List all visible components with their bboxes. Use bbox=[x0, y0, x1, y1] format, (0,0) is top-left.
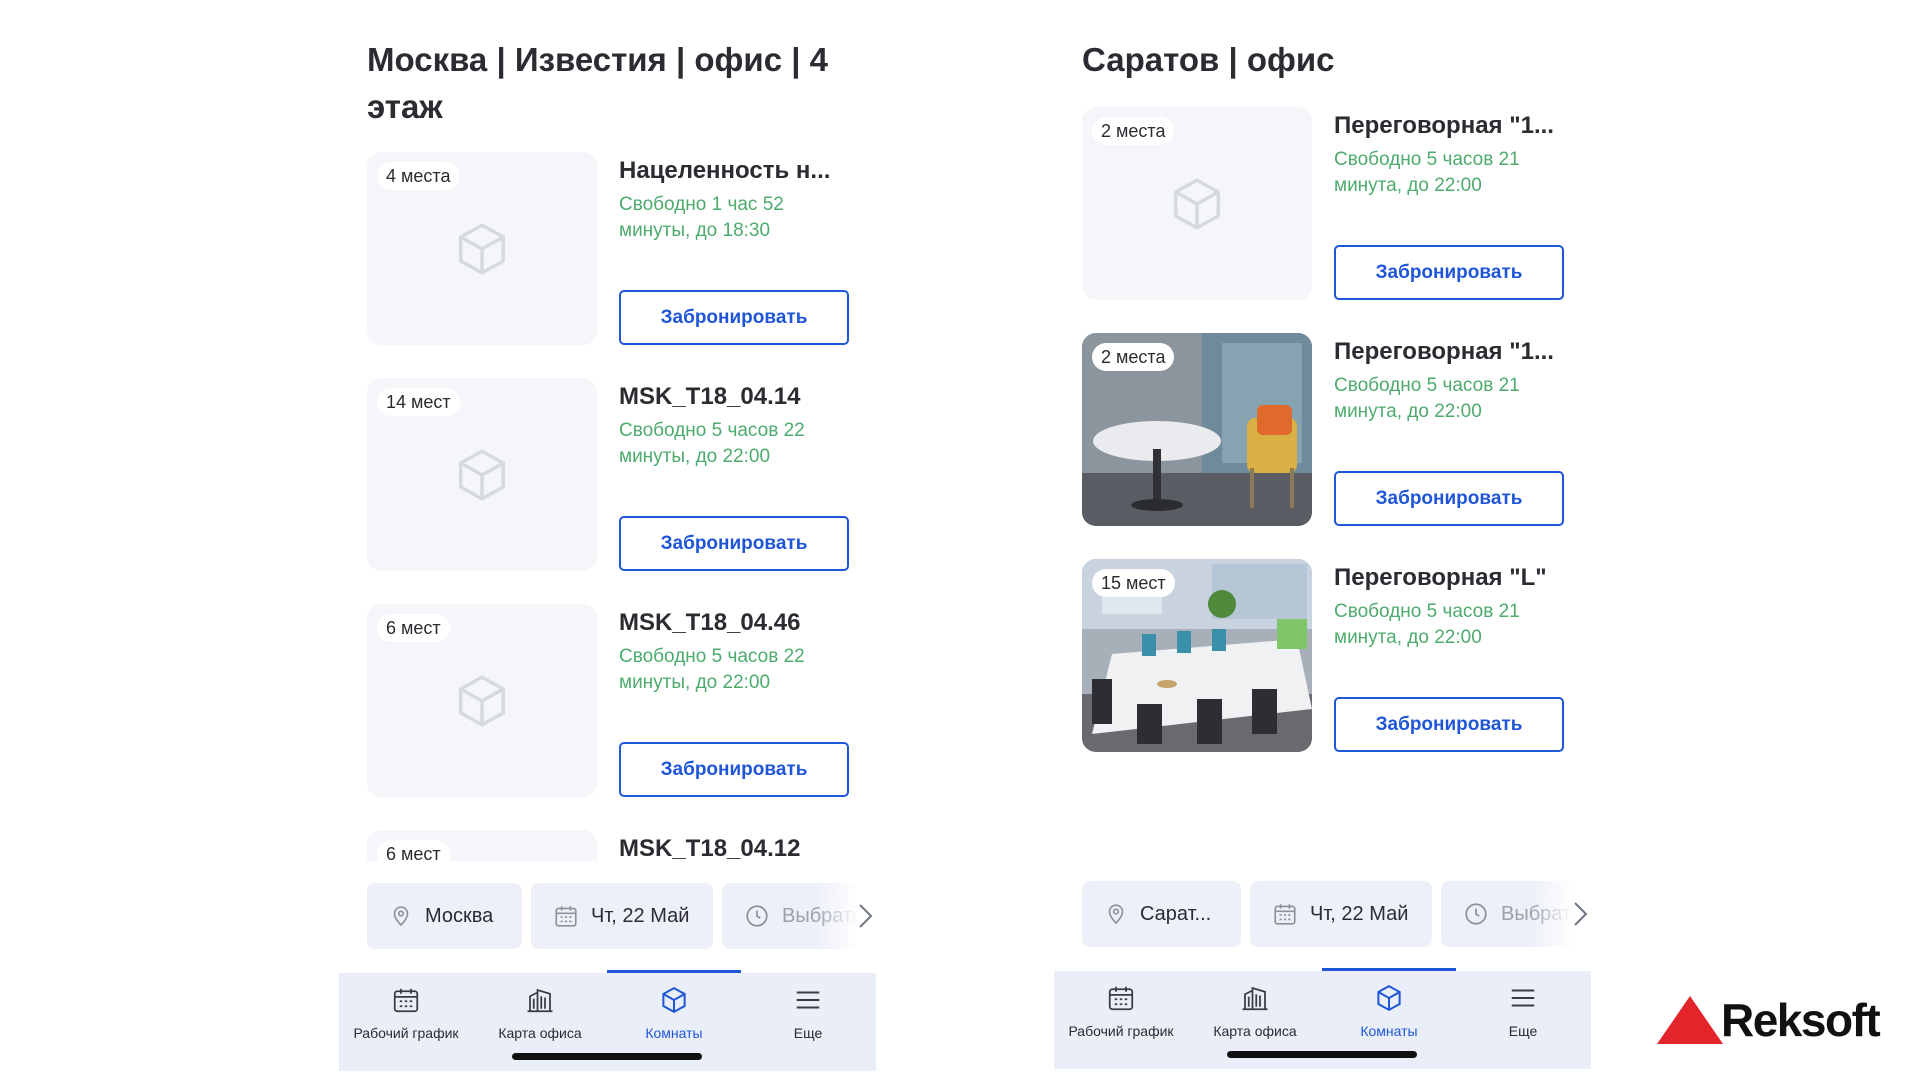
tab-label: Рабочий график bbox=[353, 1025, 459, 1041]
date-filter[interactable]: Чт, 22 Май bbox=[531, 883, 713, 949]
room-availability: Свободно 5 часов 21 минута, до 22:00 bbox=[1334, 149, 1520, 196]
bottom-tab-bar: Рабочий график Карта офиса Комнаты Еще bbox=[1054, 968, 1591, 1069]
seats-badge: 14 мест bbox=[377, 388, 460, 416]
tab-label: Рабочий график bbox=[1068, 1023, 1174, 1039]
chevron-right-icon bbox=[1574, 902, 1588, 926]
tab-more[interactable]: Еще bbox=[1456, 971, 1590, 1069]
room-name: Переговорная "1... bbox=[1334, 338, 1554, 365]
tab-label: Карта офиса bbox=[1213, 1023, 1297, 1039]
tab-label: Еще bbox=[793, 1025, 823, 1041]
calendar-icon bbox=[1108, 986, 1134, 1011]
seats-badge: 6 мест bbox=[377, 614, 450, 642]
menu-icon bbox=[1511, 989, 1535, 1007]
active-tab-indicator bbox=[1322, 968, 1456, 971]
tab-work-schedule[interactable]: Рабочий график bbox=[1054, 971, 1188, 1069]
calendar-icon bbox=[393, 988, 419, 1013]
room-card[interactable]: 2 места Переговорная "1... Свободно 5 ча… bbox=[1082, 107, 1591, 333]
tab-label: Карта офиса bbox=[498, 1025, 582, 1041]
seats-badge: 2 места bbox=[1092, 343, 1175, 371]
cube-placeholder-icon bbox=[1174, 177, 1220, 230]
location-pin-icon bbox=[393, 906, 409, 927]
book-button[interactable]: Забронировать bbox=[619, 516, 849, 571]
tab-more[interactable]: Еще bbox=[741, 973, 875, 1071]
reksoft-triangle-icon bbox=[1657, 996, 1723, 1044]
bottom-tab-bar: Рабочий график Карта офиса Комнаты Еще bbox=[339, 970, 876, 1071]
date-filter[interactable]: Чт, 22 Май bbox=[1250, 881, 1432, 947]
book-button[interactable]: Забронировать bbox=[619, 290, 849, 345]
active-tab-indicator bbox=[607, 970, 741, 973]
room-availability: Свободно 1 час 52 минуты, до 18:30 bbox=[619, 194, 784, 241]
room-card[interactable]: 6 мест MSK_T18_04.46 Свободно 5 часов 22… bbox=[367, 604, 876, 830]
city-filter[interactable]: Москва bbox=[367, 883, 522, 949]
city-filter-label: Москва bbox=[425, 904, 494, 927]
clock-icon bbox=[746, 905, 768, 927]
room-name: Нацеленность н... bbox=[619, 157, 831, 184]
cube-placeholder-icon bbox=[459, 222, 505, 275]
filter-scroll-hint[interactable] bbox=[1531, 881, 1591, 947]
tab-work-schedule[interactable]: Рабочий график bbox=[339, 973, 473, 1071]
home-indicator bbox=[512, 1053, 702, 1060]
seats-badge: 2 места bbox=[1092, 117, 1175, 145]
room-photo: 2 места bbox=[1082, 333, 1312, 526]
room-card[interactable]: 14 мест MSK_T18_04.14 Свободно 5 часов 2… bbox=[367, 378, 876, 604]
room-thumbnail: 6 мест bbox=[367, 604, 597, 797]
room-card[interactable]: 6 мест MSK_T18_04.12 bbox=[367, 830, 876, 861]
filter-bar: Сарат... Чт, 22 Май Выбрать bbox=[1082, 881, 1591, 947]
calendar-icon bbox=[1274, 904, 1296, 925]
tab-label: Комнаты bbox=[645, 1025, 703, 1041]
page-title: Москва | Известия | офис | 4 этаж bbox=[367, 41, 828, 125]
home-indicator bbox=[1227, 1051, 1417, 1058]
saratov-rooms-screen: Саратов | офис 2 места Переговорная "1..… bbox=[1054, 0, 1591, 1072]
clock-icon bbox=[1465, 903, 1487, 925]
room-availability: Свободно 5 часов 21 минута, до 22:00 bbox=[1334, 375, 1520, 422]
room-list[interactable]: 4 места Нацеленность н... Свободно 1 час… bbox=[367, 152, 876, 861]
seats-badge: 4 места bbox=[377, 162, 460, 190]
tab-label: Еще bbox=[1508, 1023, 1538, 1039]
brand-name: Reksoft bbox=[1721, 994, 1881, 1046]
filter-bar: Москва Чт, 22 Май Выбрать bbox=[367, 883, 876, 949]
room-availability: Свободно 5 часов 22 минуты, до 22:00 bbox=[619, 420, 805, 467]
cube-icon bbox=[1377, 984, 1401, 1012]
book-button[interactable]: Забронировать bbox=[619, 742, 849, 797]
room-name: MSK_T18_04.14 bbox=[619, 383, 801, 410]
room-photo: 15 мест bbox=[1082, 559, 1312, 752]
room-thumbnail: 6 мест bbox=[367, 830, 597, 861]
room-name: Переговорная "L" bbox=[1334, 564, 1547, 591]
city-filter[interactable]: Сарат... bbox=[1082, 881, 1241, 947]
book-button[interactable]: Забронировать bbox=[1334, 697, 1564, 752]
calendar-icon bbox=[555, 906, 577, 927]
room-name: MSK_T18_04.12 bbox=[619, 835, 801, 861]
book-button[interactable]: Забронировать bbox=[1334, 471, 1564, 526]
room-list[interactable]: 2 места Переговорная "1... Свободно 5 ча… bbox=[1082, 107, 1591, 797]
city-filter-label: Сарат... bbox=[1140, 902, 1212, 925]
moscow-rooms-screen: Москва | Известия | офис | 4 этаж 4 мест… bbox=[339, 0, 876, 1072]
tab-label: Комнаты bbox=[1360, 1023, 1418, 1039]
book-button[interactable]: Забронировать bbox=[1334, 245, 1564, 300]
seats-badge: 15 мест bbox=[1092, 569, 1175, 597]
date-filter-label: Чт, 22 Май bbox=[591, 904, 690, 927]
building-icon bbox=[527, 988, 553, 1013]
building-icon bbox=[1242, 986, 1268, 1011]
filter-scroll-hint[interactable] bbox=[816, 883, 876, 949]
room-availability: Свободно 5 часов 22 минуты, до 22:00 bbox=[619, 646, 805, 693]
room-thumbnail: 14 мест bbox=[367, 378, 597, 571]
room-availability: Свободно 5 часов 21 минута, до 22:00 bbox=[1334, 601, 1520, 648]
menu-icon bbox=[796, 991, 820, 1009]
room-card[interactable]: 2 места Переговорная "1... Свободно 5 ча… bbox=[1082, 333, 1591, 559]
room-name: MSK_T18_04.46 bbox=[619, 609, 801, 636]
seats-badge: 6 мест bbox=[377, 840, 450, 861]
reksoft-logo: Reksoft bbox=[1655, 992, 1910, 1048]
room-card[interactable]: 15 мест Переговорная "L" Свободно 5 часо… bbox=[1082, 559, 1591, 785]
cube-icon bbox=[662, 986, 686, 1014]
room-card[interactable]: 4 места Нацеленность н... Свободно 1 час… bbox=[367, 152, 876, 378]
chevron-right-icon bbox=[859, 904, 873, 928]
location-pin-icon bbox=[1108, 904, 1124, 925]
cube-placeholder-icon bbox=[459, 448, 505, 501]
room-name: Переговорная "1... bbox=[1334, 112, 1554, 139]
page-title: Саратов | офис bbox=[1082, 41, 1335, 78]
cube-placeholder-icon bbox=[459, 674, 505, 727]
date-filter-label: Чт, 22 Май bbox=[1310, 902, 1409, 925]
room-thumbnail: 4 места bbox=[367, 152, 597, 345]
room-thumbnail: 2 места bbox=[1082, 107, 1312, 300]
